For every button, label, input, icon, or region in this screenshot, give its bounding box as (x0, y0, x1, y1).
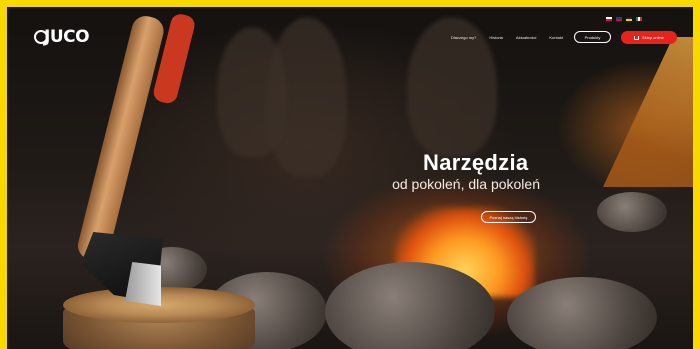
flag-de-icon[interactable] (626, 17, 632, 21)
hero-title: Narzędzia (423, 150, 529, 175)
stone (597, 192, 667, 232)
stone (507, 277, 657, 349)
nav-item-history[interactable]: Historia (489, 35, 503, 41)
online-store-button-label: Sklep online (642, 35, 664, 40)
products-button[interactable]: Produkty (574, 31, 611, 43)
main-nav: Dlaczego my? Historia Aktualności Kontak… (451, 35, 563, 41)
products-button-label: Produkty (584, 34, 601, 40)
history-button[interactable]: Poznaj naszą historię (481, 211, 536, 223)
online-store-button[interactable]: Sklep online (621, 31, 677, 44)
axe-handle (74, 13, 167, 264)
nav-item-news[interactable]: Aktualności (516, 35, 536, 41)
cart-icon (634, 35, 640, 40)
hero-subtitle: od pokoleń, dla pokoleń (392, 176, 540, 192)
logo-text: JUCO (44, 27, 90, 47)
flag-uk-icon[interactable] (616, 17, 622, 21)
nav-item-why-us[interactable]: Dlaczego my? (451, 35, 476, 41)
background-person (217, 27, 287, 157)
flag-pl-icon[interactable] (606, 17, 612, 21)
history-button-label: Poznaj naszą historię (489, 214, 528, 220)
flag-it-icon[interactable] (636, 17, 642, 21)
logo[interactable]: JUCO (34, 27, 90, 47)
language-switcher (606, 17, 642, 21)
nav-item-contact[interactable]: Kontakt (549, 35, 563, 41)
tent (603, 37, 693, 187)
